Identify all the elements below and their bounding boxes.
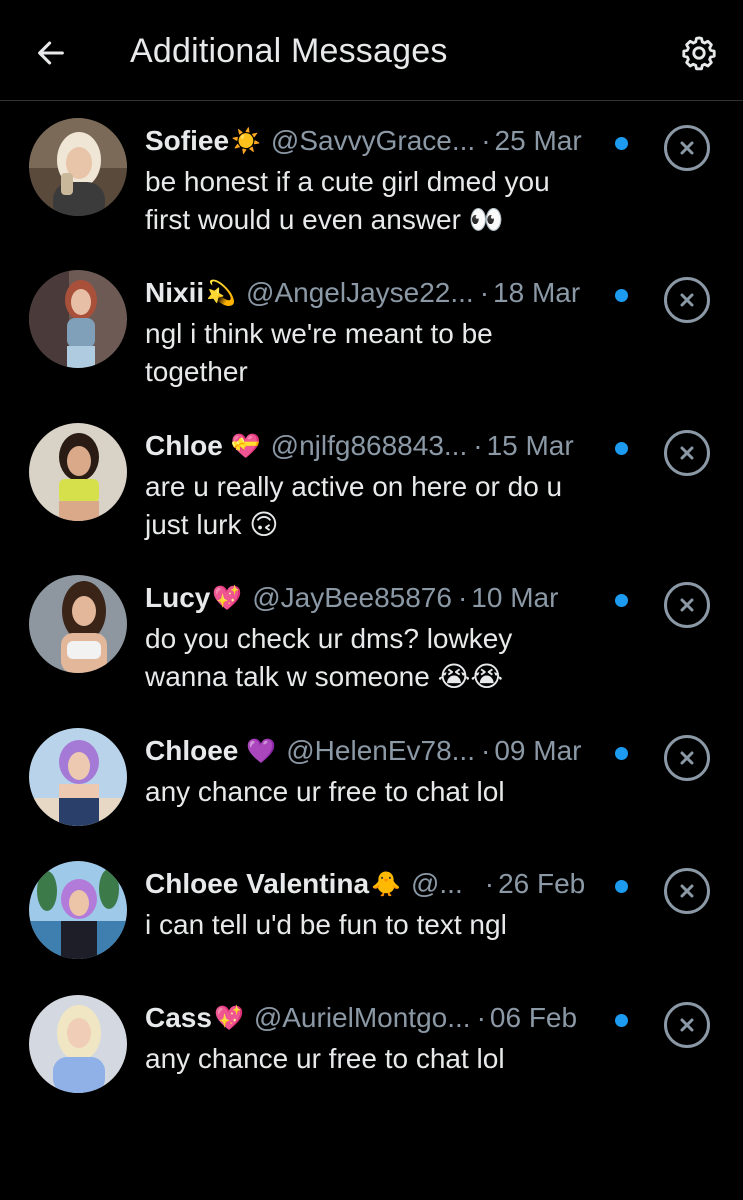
close-icon xyxy=(680,884,694,898)
avatar[interactable] xyxy=(29,575,127,673)
close-icon xyxy=(680,141,694,155)
unread-indicator xyxy=(615,880,628,893)
message-preview: i can tell u'd be fun to text ngl xyxy=(145,909,507,940)
sender-name: Chloee xyxy=(145,735,239,766)
sender-line: Nixii 💫 @AngelJayse22... · 18 Mar xyxy=(145,273,625,313)
message-row[interactable]: Lucy 💖 @JayBee85876 · 10 Mar do you chec… xyxy=(0,558,743,698)
unread-indicator xyxy=(615,594,628,607)
name-emoji: 🐥 xyxy=(371,870,401,898)
sender-name: Sofiee xyxy=(145,125,230,156)
name-emoji: 💖 xyxy=(213,1004,244,1032)
message-date: 15 Mar xyxy=(486,430,574,461)
gear-icon xyxy=(682,36,716,71)
name-emoji: ☀️ xyxy=(231,127,261,155)
arrow-left-icon xyxy=(38,41,64,65)
message-date: 18 Mar xyxy=(493,277,581,308)
name-emoji: 💜 xyxy=(246,737,277,765)
message-date: 09 Mar xyxy=(494,735,582,766)
dismiss-button[interactable] xyxy=(664,125,710,171)
separator-dot: · xyxy=(473,430,483,461)
separator-dot: · xyxy=(476,1002,486,1033)
close-icon xyxy=(680,1018,694,1032)
sender-name: Cass xyxy=(145,1002,212,1033)
unread-indicator xyxy=(615,747,628,760)
close-icon xyxy=(680,446,694,460)
sender-line: Cass 💖 @AurielMontgo... · 06 Feb xyxy=(145,998,625,1038)
close-icon xyxy=(680,293,694,307)
avatar[interactable] xyxy=(29,728,127,826)
avatar[interactable] xyxy=(29,270,127,368)
message-row[interactable]: Chloee Valentina 🐥 @... · 26 Feb i can t… xyxy=(0,844,743,984)
dismiss-button[interactable] xyxy=(664,735,710,781)
sender-line: Chloe 💝 @njlfg868843... · 15 Mar xyxy=(145,426,625,466)
sender-name: Chloee Valentina xyxy=(145,868,370,899)
message-date: 25 Mar xyxy=(494,125,582,156)
message-date: 10 Mar xyxy=(471,582,559,613)
message-row[interactable]: Cass 💖 @AurielMontgo... · 06 Feb any cha… xyxy=(0,978,743,1118)
separator-dot: · xyxy=(481,125,491,156)
separator-dot: · xyxy=(457,582,468,613)
message-preview: be honest if a cute girl dmed you first … xyxy=(145,166,550,235)
message-date: 06 Feb xyxy=(489,1002,578,1033)
dismiss-button[interactable] xyxy=(664,868,710,914)
avatar[interactable] xyxy=(29,861,127,959)
unread-indicator xyxy=(615,442,628,455)
unread-indicator xyxy=(615,137,628,150)
sender-handle: @AurielMontgo... xyxy=(253,1002,471,1033)
close-icon xyxy=(680,598,694,612)
avatar[interactable] xyxy=(29,118,127,216)
top-bar: Additional Messages xyxy=(0,0,743,101)
message-date: 26 Feb xyxy=(498,868,586,899)
unread-indicator xyxy=(615,1014,628,1027)
sender-line: Chloee 💜 @HelenEv78... · 09 Mar xyxy=(145,731,625,771)
back-button[interactable] xyxy=(28,30,74,76)
separator-dot: · xyxy=(484,868,495,899)
avatar[interactable] xyxy=(29,995,127,1093)
message-row[interactable]: Nixii 💫 @AngelJayse22... · 18 Mar ngl i … xyxy=(0,253,743,393)
message-preview: do you check ur dms? lowkey wanna talk w… xyxy=(145,623,513,692)
message-row[interactable]: Sofiee ☀️ @SavvyGrace... · 25 Mar be hon… xyxy=(0,101,743,241)
close-icon xyxy=(680,751,694,765)
avatar[interactable] xyxy=(29,423,127,521)
sender-handle: @SavvyGrace... xyxy=(270,125,476,156)
settings-button[interactable] xyxy=(676,30,722,76)
sender-handle: @AngelJayse22... xyxy=(246,277,474,308)
dismiss-button[interactable] xyxy=(664,430,710,476)
sender-handle: @... xyxy=(410,868,463,899)
separator-dot: · xyxy=(481,735,491,766)
name-emoji: 💝 xyxy=(230,432,261,460)
sender-line: Sofiee ☀️ @SavvyGrace... · 25 Mar xyxy=(145,121,625,161)
message-preview: any chance ur free to chat lol xyxy=(145,1043,505,1074)
sender-name: Chloe xyxy=(145,430,223,461)
separator-dot: · xyxy=(479,277,490,308)
message-row[interactable]: Chloee 💜 @HelenEv78... · 09 Mar any chan… xyxy=(0,711,743,851)
message-preview: are u really active on here or do u just… xyxy=(145,471,563,540)
dismiss-button[interactable] xyxy=(664,582,710,628)
message-row[interactable]: Chloe 💝 @njlfg868843... · 15 Mar are u r… xyxy=(0,406,743,546)
sender-name: Nixii xyxy=(145,277,205,308)
name-emoji: 💫 xyxy=(206,279,237,307)
name-emoji: 💖 xyxy=(212,584,243,612)
dismiss-button[interactable] xyxy=(664,1002,710,1048)
sender-name: Lucy xyxy=(145,582,211,613)
sender-handle: @HelenEv78... xyxy=(286,735,475,766)
sender-handle: @JayBee85876 xyxy=(252,582,452,613)
sender-line: Chloee Valentina 🐥 @... · 26 Feb xyxy=(145,864,625,904)
sender-line: Lucy 💖 @JayBee85876 · 10 Mar xyxy=(145,578,625,618)
message-preview: ngl i think we're meant to be together xyxy=(145,318,493,387)
unread-indicator xyxy=(615,289,628,302)
message-preview: any chance ur free to chat lol xyxy=(145,776,505,807)
page-title: Additional Messages xyxy=(130,32,448,70)
dismiss-button[interactable] xyxy=(664,277,710,323)
sender-handle: @njlfg868843... xyxy=(270,430,468,461)
